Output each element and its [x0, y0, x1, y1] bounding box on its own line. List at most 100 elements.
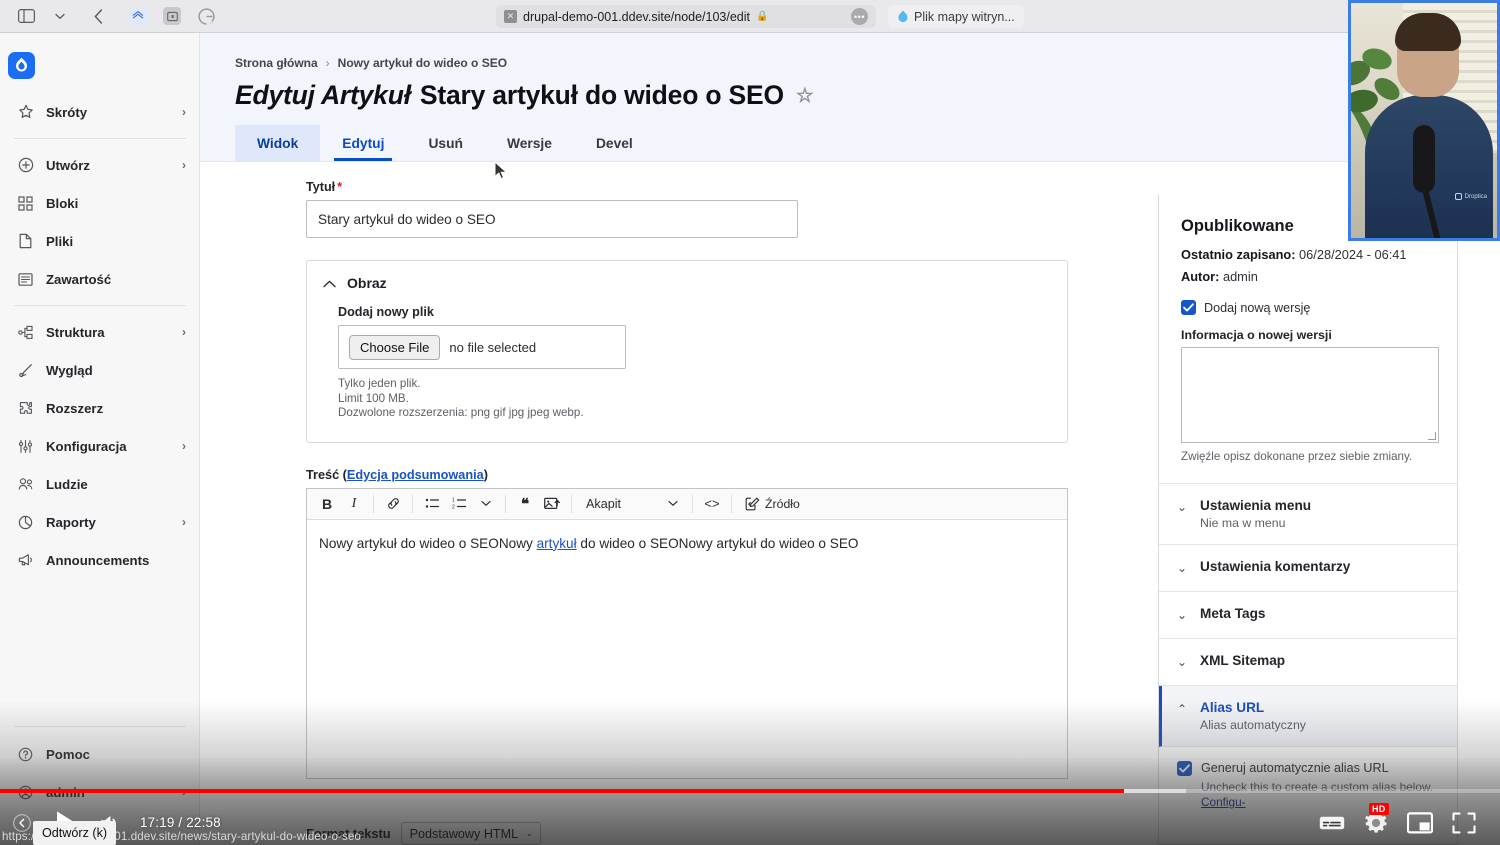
new-revision-checkbox[interactable] — [1181, 300, 1196, 315]
revision-log-textarea[interactable] — [1181, 347, 1439, 443]
tab-devel[interactable]: Devel — [574, 125, 655, 161]
browser-tab-sitemap[interactable]: Plik mapy witryn... — [888, 5, 1024, 28]
sidebar-item-pliki[interactable]: Pliki — [0, 222, 200, 260]
paragraph-style-select[interactable]: Akapit — [578, 491, 686, 516]
body-editor-content[interactable]: Nowy artykuł do wideo o SEONowy artykuł … — [307, 520, 1067, 778]
sidebar-item-konfiguracja[interactable]: Konfiguracja › — [0, 427, 200, 465]
chevron-right-icon: › — [182, 325, 186, 339]
sidebar-item-struktura[interactable]: Struktura › — [0, 313, 200, 351]
back-arrow-icon[interactable] — [86, 5, 110, 27]
tab-wersje[interactable]: Wersje — [485, 125, 574, 161]
link-icon[interactable] — [380, 491, 406, 516]
section-alias-url[interactable]: ⌃ Alias URL Alias automatyczny — [1159, 686, 1457, 747]
video-time-display: 17:19 / 22:58 — [140, 815, 221, 830]
blockquote-icon[interactable]: ❝ — [512, 491, 538, 516]
sidebar-item-label: Announcements — [46, 552, 150, 568]
hd-quality-badge: HD — [1369, 803, 1389, 815]
body-editor: B I 12 ❝ Akapit <> Źródło Nowy artykuł d… — [306, 487, 1068, 779]
files-icon — [16, 232, 35, 251]
video-progress-bar[interactable] — [0, 789, 1500, 793]
sidebar-item-announcements[interactable]: Announcements — [0, 541, 200, 579]
body-inline-link[interactable]: artykuł — [537, 536, 577, 551]
edit-summary-link[interactable]: Edycja podsumowania — [347, 468, 484, 482]
tab-label: Devel — [595, 135, 633, 151]
title-input-value: Stary artykuł do wideo o SEO — [318, 211, 496, 227]
sidebar-item-rozszerz[interactable]: Rozszerz — [0, 389, 200, 427]
chevron-up-icon — [323, 275, 336, 291]
auto-alias-checkbox[interactable] — [1177, 761, 1192, 776]
sidebar-item-zawartosc[interactable]: Zawartość — [0, 260, 200, 298]
tab-widok[interactable]: Widok — [235, 125, 321, 161]
image-details-summary[interactable]: Obraz — [307, 261, 1067, 305]
structure-icon — [16, 323, 35, 342]
chevron-up-icon: ⌃ — [1177, 702, 1188, 716]
list-dropdown-icon[interactable] — [473, 491, 499, 516]
file-hint-3: Dozwolone rozszerzenia: png gif jpg jpeg… — [338, 406, 584, 420]
sidebar-item-pomoc[interactable]: Pomoc — [0, 735, 200, 773]
italic-icon[interactable]: I — [341, 491, 367, 516]
browser-chrome: ✕ drupal-demo-001.ddev.site/node/103/edi… — [0, 0, 1500, 33]
sidebar-toggle-icon[interactable] — [14, 5, 38, 27]
title-input[interactable]: Stary artykuł do wideo o SEO — [306, 200, 798, 238]
webcam-overlay[interactable]: Droptica — [1348, 0, 1500, 241]
sidebar-item-label: Skróty — [46, 104, 88, 120]
people-icon — [16, 475, 35, 494]
sidebar-item-utworz[interactable]: Utwórz › — [0, 146, 200, 184]
insert-image-icon[interactable] — [539, 491, 565, 516]
sidebar-item-wyglad[interactable]: Wygląd — [0, 351, 200, 389]
miniplayer-icon[interactable] — [1398, 800, 1442, 845]
code-icon[interactable]: <> — [699, 491, 725, 516]
tab-edytuj[interactable]: Edytuj — [320, 125, 406, 161]
mouse-cursor — [494, 161, 508, 180]
section-title: Alias URL — [1200, 700, 1265, 715]
bold-icon[interactable]: B — [314, 491, 340, 516]
file-upload-control[interactable]: Choose File no file selected — [338, 325, 626, 369]
numbered-list-icon[interactable]: 12 — [446, 491, 472, 516]
tab-usun[interactable]: Usuń — [406, 125, 485, 161]
address-bar[interactable]: ✕ drupal-demo-001.ddev.site/node/103/edi… — [496, 5, 876, 28]
image-details-body: Dodaj nowy plik Choose File no file sele… — [307, 305, 1067, 442]
toolbar-divider — [373, 494, 374, 513]
favorite-star-icon[interactable]: ☆ — [796, 83, 814, 108]
pip-extension-icon[interactable] — [160, 5, 184, 27]
section-text-group: XML Sitemap — [1200, 653, 1285, 668]
breadcrumb-current[interactable]: Nowy artykuł do wideo o SEO — [338, 56, 507, 70]
section-ustawienia-komentarzy[interactable]: ⌄ Ustawienia komentarzy — [1159, 545, 1457, 592]
sidebar-dropdown-icon[interactable] — [48, 5, 72, 27]
sidebar-item-ludzie[interactable]: Ludzie — [0, 465, 200, 503]
new-revision-checkbox-row[interactable]: Dodaj nową wersję — [1181, 300, 1435, 315]
sidebar-item-bloki[interactable]: Bloki — [0, 184, 200, 222]
browser-chrome-left-controls — [0, 5, 218, 27]
bulleted-list-icon[interactable] — [419, 491, 445, 516]
toolbar-divider — [571, 494, 572, 513]
more-options-icon[interactable]: ••• — [851, 8, 868, 25]
section-xml-sitemap[interactable]: ⌄ XML Sitemap — [1159, 639, 1457, 686]
textarea-resize-handle[interactable] — [1428, 432, 1436, 440]
chevron-down-icon: ⌄ — [1177, 500, 1188, 514]
fullscreen-icon[interactable] — [1442, 800, 1486, 845]
drupal-icon — [898, 10, 908, 23]
main-content: Strona główna › Nowy artykuł do wideo o … — [200, 33, 1500, 845]
sidebar-item-label: Utwórz — [46, 157, 90, 173]
progress-buffered — [1124, 789, 1186, 793]
sidebar-item-label: Pliki — [46, 233, 74, 249]
sidebar-item-raporty[interactable]: Raporty › — [0, 503, 200, 541]
subtitles-icon[interactable] — [1310, 800, 1354, 845]
grammarly-extension-icon[interactable] — [194, 5, 218, 27]
file-upload-label: Dodaj nowy plik — [338, 305, 434, 319]
node-tabs: Widok Edytuj Usuń Wersje Devel — [235, 125, 1500, 161]
breadcrumb-home[interactable]: Strona główna — [235, 56, 318, 70]
author-label: Autor: — [1181, 269, 1220, 284]
source-editing-button[interactable]: Źródło — [738, 491, 807, 516]
announcements-megaphone-icon — [16, 551, 35, 570]
section-ustawienia-menu[interactable]: ⌄ Ustawienia menu Nie ma w menu — [1159, 484, 1457, 545]
drupal-logo-icon[interactable] — [8, 52, 35, 79]
reader-extension-icon[interactable] — [126, 5, 150, 27]
author-value: admin — [1222, 269, 1258, 284]
sidebar-item-skroty[interactable]: Skróty › — [0, 93, 200, 131]
close-page-icon[interactable]: ✕ — [504, 10, 517, 23]
choose-file-button[interactable]: Choose File — [349, 334, 441, 360]
section-meta-tags[interactable]: ⌄ Meta Tags — [1159, 592, 1457, 639]
body-text-part1: Nowy artykuł do wideo o SEONowy — [319, 535, 537, 551]
chevron-down-icon: ⌄ — [1177, 561, 1188, 575]
